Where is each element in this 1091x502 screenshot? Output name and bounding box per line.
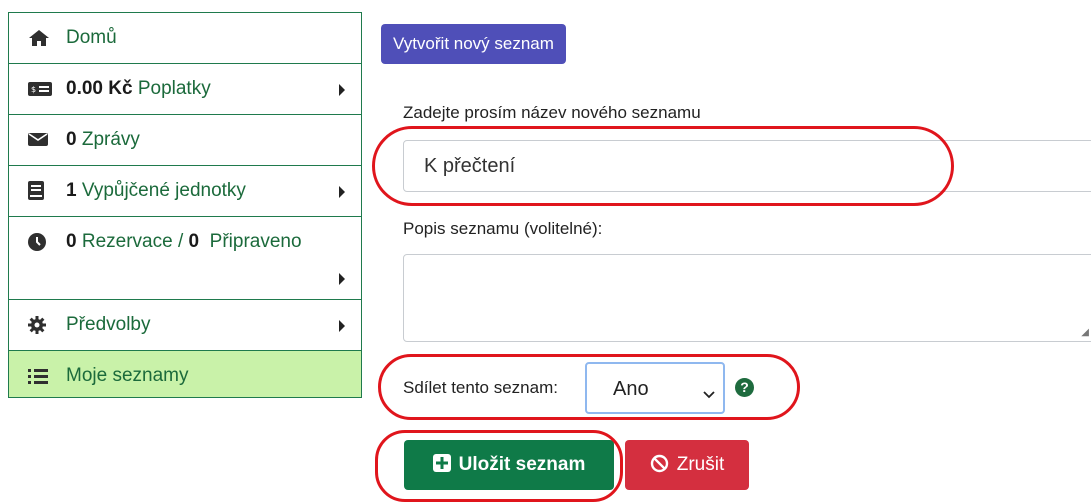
caret-right-icon: [339, 320, 345, 332]
share-label: Sdílet tento seznam:: [403, 378, 558, 397]
sidebar-item-label: Připraveno: [209, 231, 302, 253]
list-icon: [28, 365, 66, 387]
save-list-button[interactable]: Uložit seznam: [404, 440, 614, 490]
home-icon: [28, 27, 66, 49]
sidebar-item-fees[interactable]: $ 0.00 Kč Poplatky: [9, 64, 361, 115]
create-list-button[interactable]: Vytvořit nový seznam: [381, 24, 566, 64]
fees-amount: 0.00 Kč: [66, 78, 133, 100]
sidebar-item-checkouts[interactable]: 1 Vypůjčené jednotky: [9, 166, 361, 217]
money-icon: $: [28, 78, 66, 100]
list-name-label: Zadejte prosím název nového seznamu: [403, 103, 701, 122]
chevron-down-icon: [703, 382, 715, 405]
sidebar-item-label: Zprávy: [81, 129, 140, 151]
description-label: Popis seznamu (volitelné):: [403, 219, 603, 238]
sidebar-item-home[interactable]: Domů: [9, 13, 361, 64]
list-name-input[interactable]: [403, 140, 1091, 192]
sidebar-item-holds[interactable]: 0 Rezervace / 0 Připraveno: [9, 217, 361, 300]
description-textarea[interactable]: ◢: [403, 254, 1091, 342]
svg-text:$: $: [31, 85, 36, 94]
caret-right-icon: [339, 186, 345, 198]
clock-icon: [28, 231, 66, 253]
sidebar-nav: Domů $ 0.00 Kč Poplatky 0 Zprávy 1 Vypůj…: [8, 12, 362, 398]
save-button-label: Uložit seznam: [458, 454, 586, 475]
sidebar-item-label: Moje seznamy: [66, 365, 189, 387]
sidebar-item-label: Předvolby: [66, 314, 151, 336]
ban-icon: [650, 454, 668, 473]
cancel-button[interactable]: Zrušit: [625, 440, 749, 490]
help-icon[interactable]: ?: [735, 378, 754, 397]
sidebar-item-label: Vypůjčené jednotky: [81, 180, 246, 202]
book-icon: [28, 180, 66, 202]
sidebar-item-preferences[interactable]: Předvolby: [9, 300, 361, 351]
resize-handle-icon[interactable]: ◢: [1081, 327, 1089, 338]
share-select[interactable]: Ano: [585, 362, 725, 414]
envelope-icon: [28, 129, 66, 151]
caret-right-icon: [339, 273, 345, 285]
plus-square-icon: [432, 454, 451, 473]
checkouts-count: 1: [66, 180, 77, 202]
sidebar-item-label: Domů: [66, 27, 117, 49]
sidebar-item-label: Poplatky: [137, 78, 211, 100]
sidebar-item-messages[interactable]: 0 Zprávy: [9, 115, 361, 166]
sidebar-item-my-lists[interactable]: Moje seznamy: [9, 351, 361, 398]
caret-right-icon: [339, 84, 345, 96]
sidebar-item-label: Rezervace /: [81, 231, 184, 253]
messages-count: 0: [66, 129, 77, 151]
ready-count: 0: [188, 231, 200, 253]
cancel-button-label: Zrušit: [676, 454, 725, 475]
share-select-value: Ano: [613, 378, 649, 400]
holds-count: 0: [66, 231, 77, 253]
gear-icon: [28, 314, 66, 336]
